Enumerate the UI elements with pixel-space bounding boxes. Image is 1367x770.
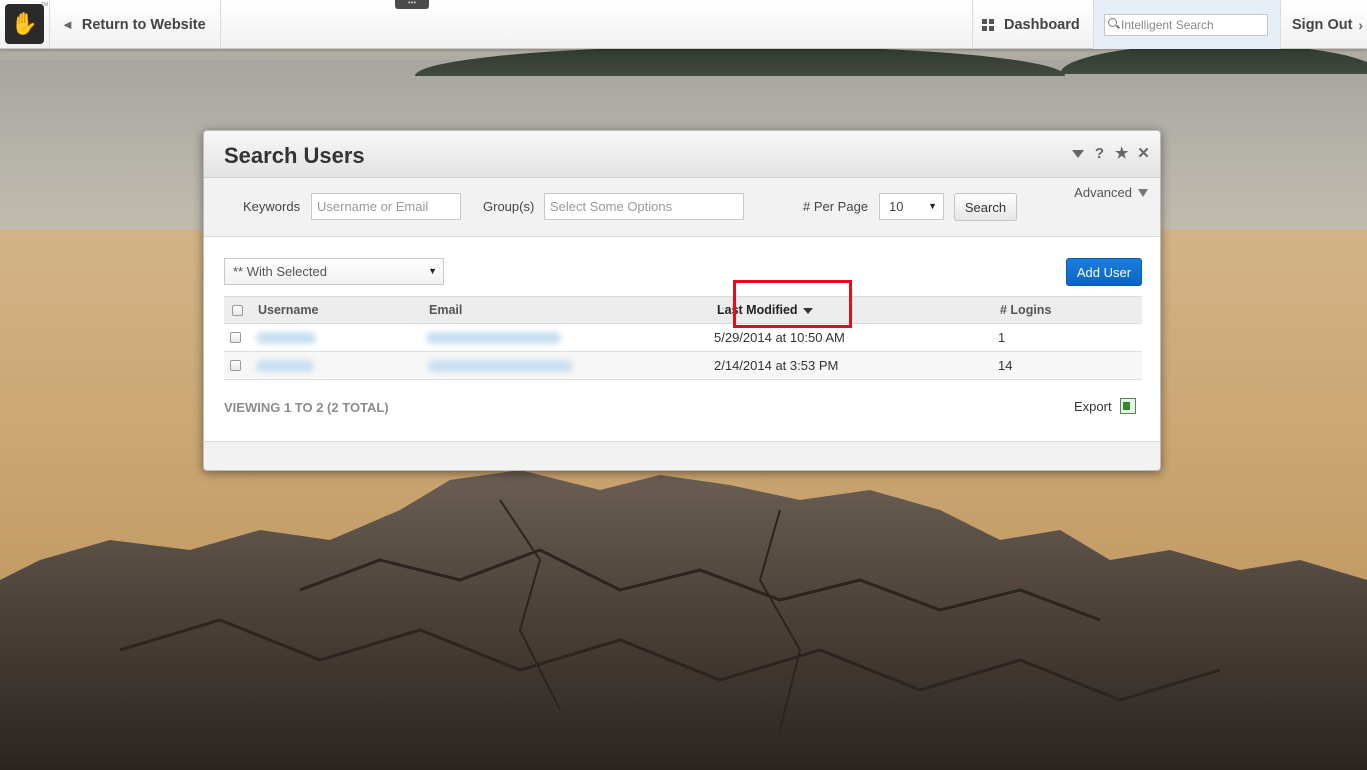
column-header-logins[interactable]: # Logins — [1000, 297, 1051, 324]
users-table: Username Email Last Modified # Logins 5/… — [224, 280, 1142, 380]
return-to-website-label: Return to Website — [81, 16, 206, 33]
redacted-username — [256, 360, 314, 372]
redacted-username — [256, 332, 316, 344]
dialog-header: Search Users ? ★ ✕ — [204, 131, 1160, 178]
advanced-label: Advanced — [1074, 185, 1132, 200]
column-header-email[interactable]: Email — [429, 297, 462, 324]
last-modified-label: Last Modified — [717, 303, 798, 317]
sign-out-button[interactable]: Sign Out › — [1281, 0, 1367, 49]
dropdown-arrow-icon: ▼ — [928, 201, 937, 211]
redacted-email — [428, 360, 573, 372]
keywords-label: Keywords — [243, 199, 301, 214]
sort-descending-icon — [802, 307, 813, 314]
search-users-dialog: Search Users ? ★ ✕ Keywords Group(s) # P… — [203, 130, 1161, 471]
advanced-toggle[interactable]: Advanced — [1074, 185, 1148, 200]
grid-icon — [982, 18, 994, 31]
select-all-checkbox[interactable] — [232, 305, 243, 316]
dashboard-label: Dashboard — [1004, 16, 1080, 33]
chevron-right-icon: › — [1358, 16, 1364, 33]
table-row[interactable]: 5/29/2014 at 10:50 AM 1 — [224, 324, 1142, 352]
dialog-footer — [204, 441, 1160, 470]
logo-container[interactable]: ✋ TM — [0, 0, 50, 49]
row-checkbox[interactable] — [230, 360, 241, 371]
close-icon[interactable]: ✕ — [1137, 145, 1150, 163]
favorite-star-icon[interactable]: ★ — [1115, 145, 1128, 163]
top-toolbar: ✋ TM ◄ Return to Website ••• Dashboard S… — [0, 0, 1367, 49]
sign-out-label: Sign Out — [1292, 16, 1353, 33]
help-icon[interactable]: ? — [1093, 145, 1106, 163]
last-modified-cell: 2/14/2014 at 3:53 PM — [714, 358, 839, 373]
background-rocks — [0, 470, 1367, 770]
keywords-input[interactable] — [311, 193, 461, 220]
toolbar-drag-handle[interactable]: ••• — [395, 0, 429, 9]
search-button[interactable]: Search — [954, 193, 1017, 221]
dropdown-arrow-icon: ▼ — [428, 266, 437, 276]
per-page-value: 10 — [889, 199, 904, 214]
intelligent-search-area — [1094, 0, 1281, 49]
concrete5-logo-icon[interactable]: ✋ — [5, 4, 44, 44]
search-filter-bar: Keywords Group(s) # Per Page 10 ▼ Search… — [204, 178, 1160, 237]
groups-label: Group(s) — [483, 199, 535, 214]
excel-icon — [1119, 398, 1136, 414]
dialog-title: Search Users — [224, 143, 365, 168]
pagination-summary: VIEWING 1 TO 2 (2 TOTAL) — [224, 400, 389, 415]
trademark-label: TM — [41, 2, 49, 8]
table-row[interactable]: 2/14/2014 at 3:53 PM 14 — [224, 352, 1142, 380]
collapse-icon[interactable] — [1072, 150, 1084, 158]
intelligent-search-input[interactable] — [1104, 14, 1268, 36]
bulk-action-label: ** With Selected — [233, 264, 327, 279]
logins-cell: 14 — [998, 358, 1013, 373]
last-modified-cell: 5/29/2014 at 10:50 AM — [714, 330, 845, 345]
table-header-row: Username Email Last Modified # Logins — [224, 280, 1142, 328]
row-checkbox[interactable] — [230, 332, 241, 343]
export-label: Export — [1074, 398, 1112, 414]
add-user-button[interactable]: Add User — [1066, 258, 1142, 286]
dialog-controls: ? ★ ✕ — [1072, 145, 1150, 163]
export-link[interactable]: Export — [1074, 398, 1136, 414]
column-header-last-modified[interactable]: Last Modified — [717, 297, 813, 324]
dashboard-button[interactable]: Dashboard — [972, 0, 1094, 49]
return-to-website-link[interactable]: ◄ Return to Website — [50, 0, 221, 49]
triangle-down-icon — [1138, 188, 1148, 197]
column-header-username[interactable]: Username — [258, 297, 318, 324]
groups-select[interactable] — [544, 193, 744, 220]
search-icon — [1108, 18, 1117, 27]
per-page-label: # Per Page — [803, 199, 869, 214]
arrow-left-icon: ◄ — [61, 17, 74, 32]
per-page-select[interactable]: 10 ▼ — [879, 193, 944, 220]
redacted-email — [426, 332, 561, 344]
logins-cell: 1 — [998, 330, 1006, 345]
bulk-action-select[interactable]: ** With Selected ▼ — [224, 258, 444, 285]
